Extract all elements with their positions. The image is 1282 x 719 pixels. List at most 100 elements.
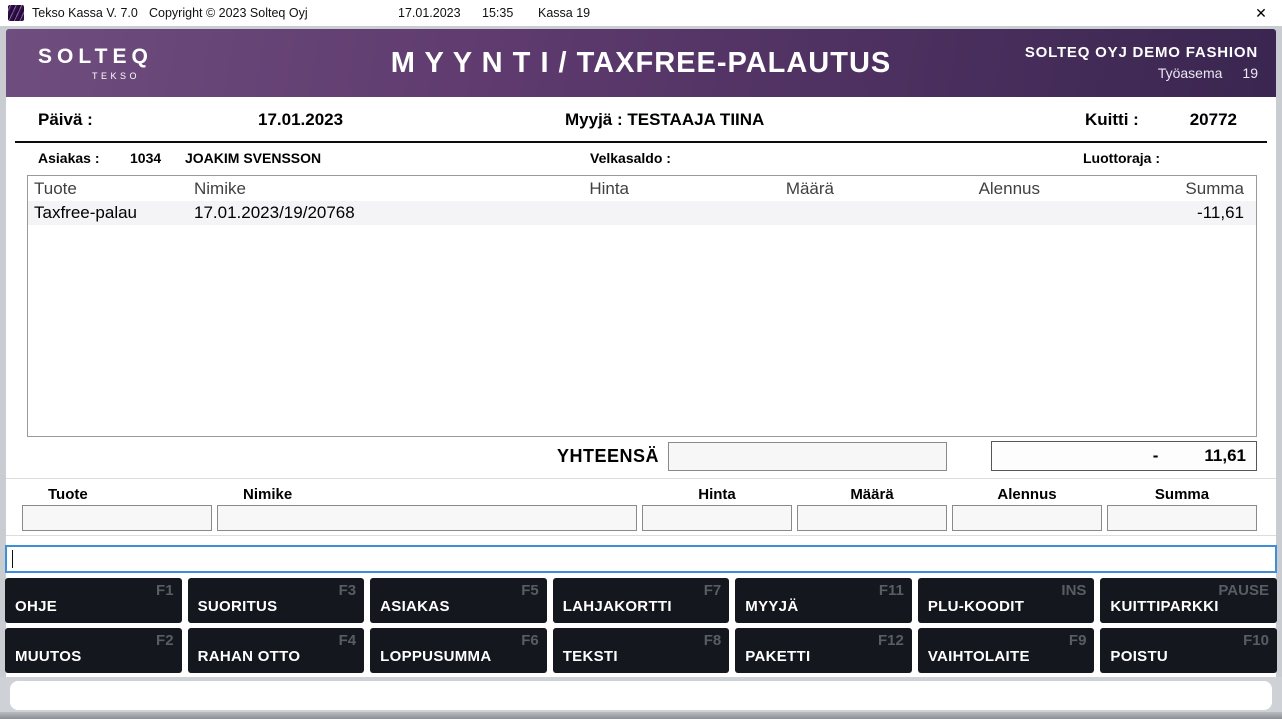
cell-summa: -11,61 (1040, 203, 1244, 223)
function-button-vaihtolaite[interactable]: F9 VAIHTOLAITE (918, 628, 1095, 673)
customer-label: Asiakas : (38, 150, 99, 166)
text-caret (12, 550, 13, 568)
entry-input-alennus[interactable] (952, 505, 1102, 531)
cell-tuote: Taxfree-palau (34, 203, 194, 223)
workstation-label: Työasema (1158, 65, 1223, 81)
separator (6, 535, 1276, 536)
entry-input-summa[interactable] (1107, 505, 1257, 531)
table-header-row: Tuote Nimike Hinta Määrä Alennus Summa (28, 176, 1256, 201)
entry-input-maara[interactable] (797, 505, 947, 531)
workstation-number: 19 (1242, 65, 1258, 81)
function-button-rahan-otto[interactable]: F4 RAHAN OTTO (188, 628, 365, 673)
app-window: Tekso Kassa V. 7.0 Copyright © 2023 Solt… (0, 0, 1282, 719)
function-button-asiakas[interactable]: F5 ASIAKAS (370, 578, 547, 623)
function-button-grid: F1 OHJE F3 SUORITUS F5 ASIAKAS F7 LAHJAK… (5, 578, 1277, 673)
customer-name: JOAKIM SVENSSON (185, 150, 321, 166)
total-amount-box: - 11,61 (991, 441, 1257, 471)
function-button-muutos[interactable]: F2 MUUTOS (5, 628, 182, 673)
col-header-hinta: Hinta (464, 179, 629, 199)
button-label: SUORITUS (198, 598, 278, 615)
function-button-teksti[interactable]: F8 TEKSTI (553, 628, 730, 673)
app-icon (8, 5, 24, 21)
items-table[interactable]: Tuote Nimike Hinta Määrä Alennus Summa T… (27, 175, 1257, 437)
button-label: KUITTIPARKKI (1110, 598, 1218, 615)
workstation-info: Työasema 19 (1025, 65, 1258, 81)
button-key: F11 (879, 582, 904, 599)
button-label: LAHJAKORTTI (563, 598, 672, 615)
cell-nimike: 17.01.2023/19/20768 (194, 203, 464, 223)
entry-label-summa: Summa (1107, 486, 1257, 503)
seller-value: TESTAAJA TIINA (627, 110, 764, 129)
entry-label-maara: Määrä (797, 486, 947, 503)
function-button-poistu[interactable]: F10 POISTU (1100, 628, 1277, 673)
store-block: SOLTEQ OYJ DEMO FASHION Työasema 19 (1025, 44, 1258, 81)
seller-line: Myyjä : TESTAAJA TIINA (565, 110, 764, 130)
command-input[interactable] (5, 545, 1277, 573)
button-label: MUUTOS (15, 648, 82, 665)
titlebar-register: Kassa 19 (538, 6, 590, 20)
total-label: YHTEENSÄ (557, 446, 659, 467)
function-button-lahjakortti[interactable]: F7 LAHJAKORTTI (553, 578, 730, 623)
button-key: F8 (704, 632, 722, 649)
entry-label-alennus: Alennus (952, 486, 1102, 503)
footer (0, 677, 1282, 719)
date-value: 17.01.2023 (258, 110, 343, 130)
function-button-kuittiparkki[interactable]: PAUSE KUITTIPARKKI (1100, 578, 1277, 623)
button-label: PAKETTI (745, 648, 810, 665)
button-key: PAUSE (1218, 582, 1269, 599)
seller-label: Myyjä : (565, 110, 623, 129)
button-key: F9 (1069, 632, 1087, 649)
button-key: F3 (339, 582, 357, 599)
button-key: F1 (156, 582, 174, 599)
button-key: F5 (521, 582, 539, 599)
close-icon[interactable]: ✕ (1248, 0, 1274, 26)
date-label: Päivä : (38, 110, 93, 130)
function-button-plu-koodit[interactable]: INS PLU-KOODIT (918, 578, 1095, 623)
button-label: MYYJÄ (745, 598, 798, 615)
button-key: F10 (1243, 632, 1269, 649)
copyright-text: Copyright © 2023 Solteq Oyj (149, 6, 308, 20)
entry-input-tuote[interactable] (22, 505, 212, 531)
button-label: LOPPUSUMMA (380, 648, 491, 665)
entry-label-nimike: Nimike (243, 486, 292, 503)
entry-label-tuote: Tuote (48, 486, 88, 503)
table-row[interactable]: Taxfree-palau 17.01.2023/19/20768 -11,61 (28, 201, 1256, 225)
function-button-ohje[interactable]: F1 OHJE (5, 578, 182, 623)
debt-label: Velkasaldo : (590, 150, 671, 166)
separator (6, 478, 1276, 479)
footer-shadow (0, 712, 1282, 719)
titlebar: Tekso Kassa V. 7.0 Copyright © 2023 Solt… (0, 0, 1282, 26)
total-entry-input[interactable] (668, 442, 947, 471)
function-button-loppusumma[interactable]: F6 LOPPUSUMMA (370, 628, 547, 673)
entry-input-hinta[interactable] (642, 505, 792, 531)
divider-rule (15, 141, 1267, 143)
col-header-alennus: Alennus (834, 179, 1040, 199)
button-label: POISTU (1110, 648, 1168, 665)
main-content: Päivä : 17.01.2023 Myyjä : TESTAAJA TIIN… (6, 97, 1276, 677)
col-header-summa: Summa (1040, 179, 1244, 199)
col-header-nimike: Nimike (194, 179, 464, 199)
customer-number: 1034 (130, 150, 161, 166)
button-key: INS (1061, 582, 1086, 599)
entry-label-hinta: Hinta (642, 486, 792, 503)
function-button-myyja[interactable]: F11 MYYJÄ (735, 578, 912, 623)
app-header: SOLTEQ TEKSO M Y Y N T I / TAXFREE-PALAU… (6, 29, 1276, 97)
titlebar-date: 17.01.2023 (398, 6, 461, 20)
function-button-suoritus[interactable]: F3 SUORITUS (188, 578, 365, 623)
button-label: VAIHTOLAITE (928, 648, 1030, 665)
button-key: F4 (339, 632, 357, 649)
button-label: ASIAKAS (380, 598, 450, 615)
store-name: SOLTEQ OYJ DEMO FASHION (1025, 44, 1258, 61)
total-sign: - (1153, 446, 1159, 466)
col-header-maara: Määrä (629, 179, 834, 199)
button-label: TEKSTI (563, 648, 618, 665)
button-label: PLU-KOODIT (928, 598, 1024, 615)
button-key: F12 (878, 632, 904, 649)
footer-status-bar (10, 681, 1272, 710)
button-key: F7 (704, 582, 722, 599)
button-label: OHJE (15, 598, 57, 615)
function-button-paketti[interactable]: F12 PAKETTI (735, 628, 912, 673)
app-title: Tekso Kassa V. 7.0 (32, 6, 138, 20)
button-key: F2 (156, 632, 174, 649)
entry-input-nimike[interactable] (217, 505, 637, 531)
